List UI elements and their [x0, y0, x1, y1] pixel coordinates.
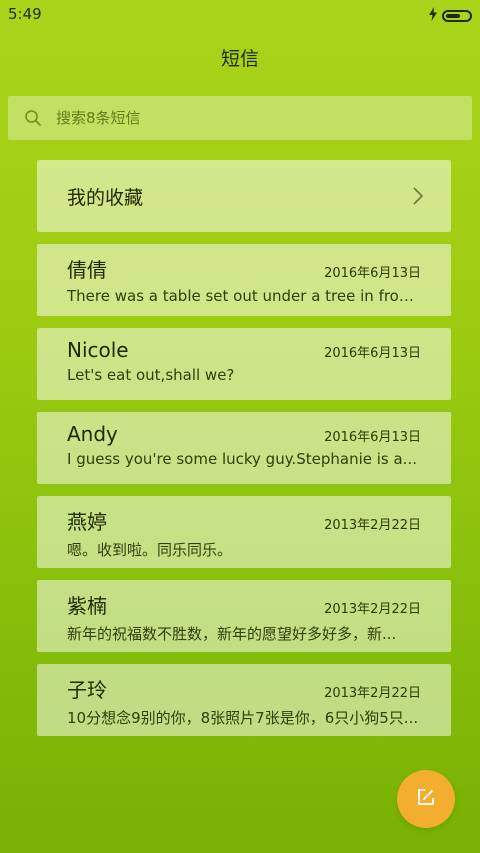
compose-button[interactable] — [397, 770, 455, 828]
chevron-right-icon — [413, 187, 423, 205]
message-date: 2016年6月13日 — [324, 346, 421, 361]
favorites-card[interactable]: 我的收藏 — [37, 160, 451, 232]
message-date: 2013年2月22日 — [324, 686, 421, 701]
message-preview: 新年的祝福数不胜数，新年的愿望好多好多，新... — [67, 625, 397, 643]
message-preview: Let's eat out,shall we? — [67, 366, 235, 384]
message-date: 2013年2月22日 — [324, 518, 421, 533]
search-bar[interactable] — [8, 96, 472, 140]
message-sender: 燕婷 — [67, 510, 107, 534]
message-sender: Andy — [67, 422, 118, 446]
message-date: 2016年6月13日 — [324, 266, 421, 281]
message-item[interactable]: 子玲 2013年2月22日 10分想念9别的你，8张照片7张是你，6只小狗5只.… — [37, 664, 451, 736]
message-sender: 倩倩 — [67, 258, 107, 282]
status-bar: 5:49 — [0, 0, 480, 28]
message-date: 2013年2月22日 — [324, 602, 421, 617]
message-preview: 10分想念9别的你，8张照片7张是你，6只小狗5只... — [67, 709, 419, 727]
message-sender: Nicole — [67, 338, 129, 362]
message-sender: 紫楠 — [67, 594, 107, 618]
favorites-label: 我的收藏 — [67, 186, 144, 209]
compose-icon — [416, 787, 436, 811]
message-item[interactable]: 紫楠 2013年2月22日 新年的祝福数不胜数，新年的愿望好多好多，新... — [37, 580, 451, 652]
search-input[interactable] — [54, 108, 418, 128]
message-item[interactable]: Nicole 2016年6月13日 Let's eat out,shall we… — [37, 328, 451, 400]
charging-icon — [428, 6, 438, 25]
page-title: 短信 — [220, 48, 259, 70]
message-preview: I guess you're some lucky guy.Stephanie … — [67, 450, 417, 468]
message-item[interactable]: Andy 2016年6月13日 I guess you're some luck… — [37, 412, 451, 484]
message-preview: 嗯。收到啦。同乐同乐。 — [67, 541, 233, 559]
search-icon — [22, 107, 44, 129]
message-sender: 子玲 — [67, 678, 107, 702]
battery-icon — [442, 9, 472, 22]
message-preview: There was a table set out under a tree i… — [67, 287, 421, 305]
status-icons — [428, 6, 472, 25]
message-item[interactable]: 燕婷 2013年2月22日 嗯。收到啦。同乐同乐。 — [37, 496, 451, 568]
message-date: 2016年6月13日 — [324, 430, 421, 445]
message-item[interactable]: 倩倩 2016年6月13日 There was a table set out … — [37, 244, 451, 316]
status-time: 5:49 — [8, 5, 42, 23]
